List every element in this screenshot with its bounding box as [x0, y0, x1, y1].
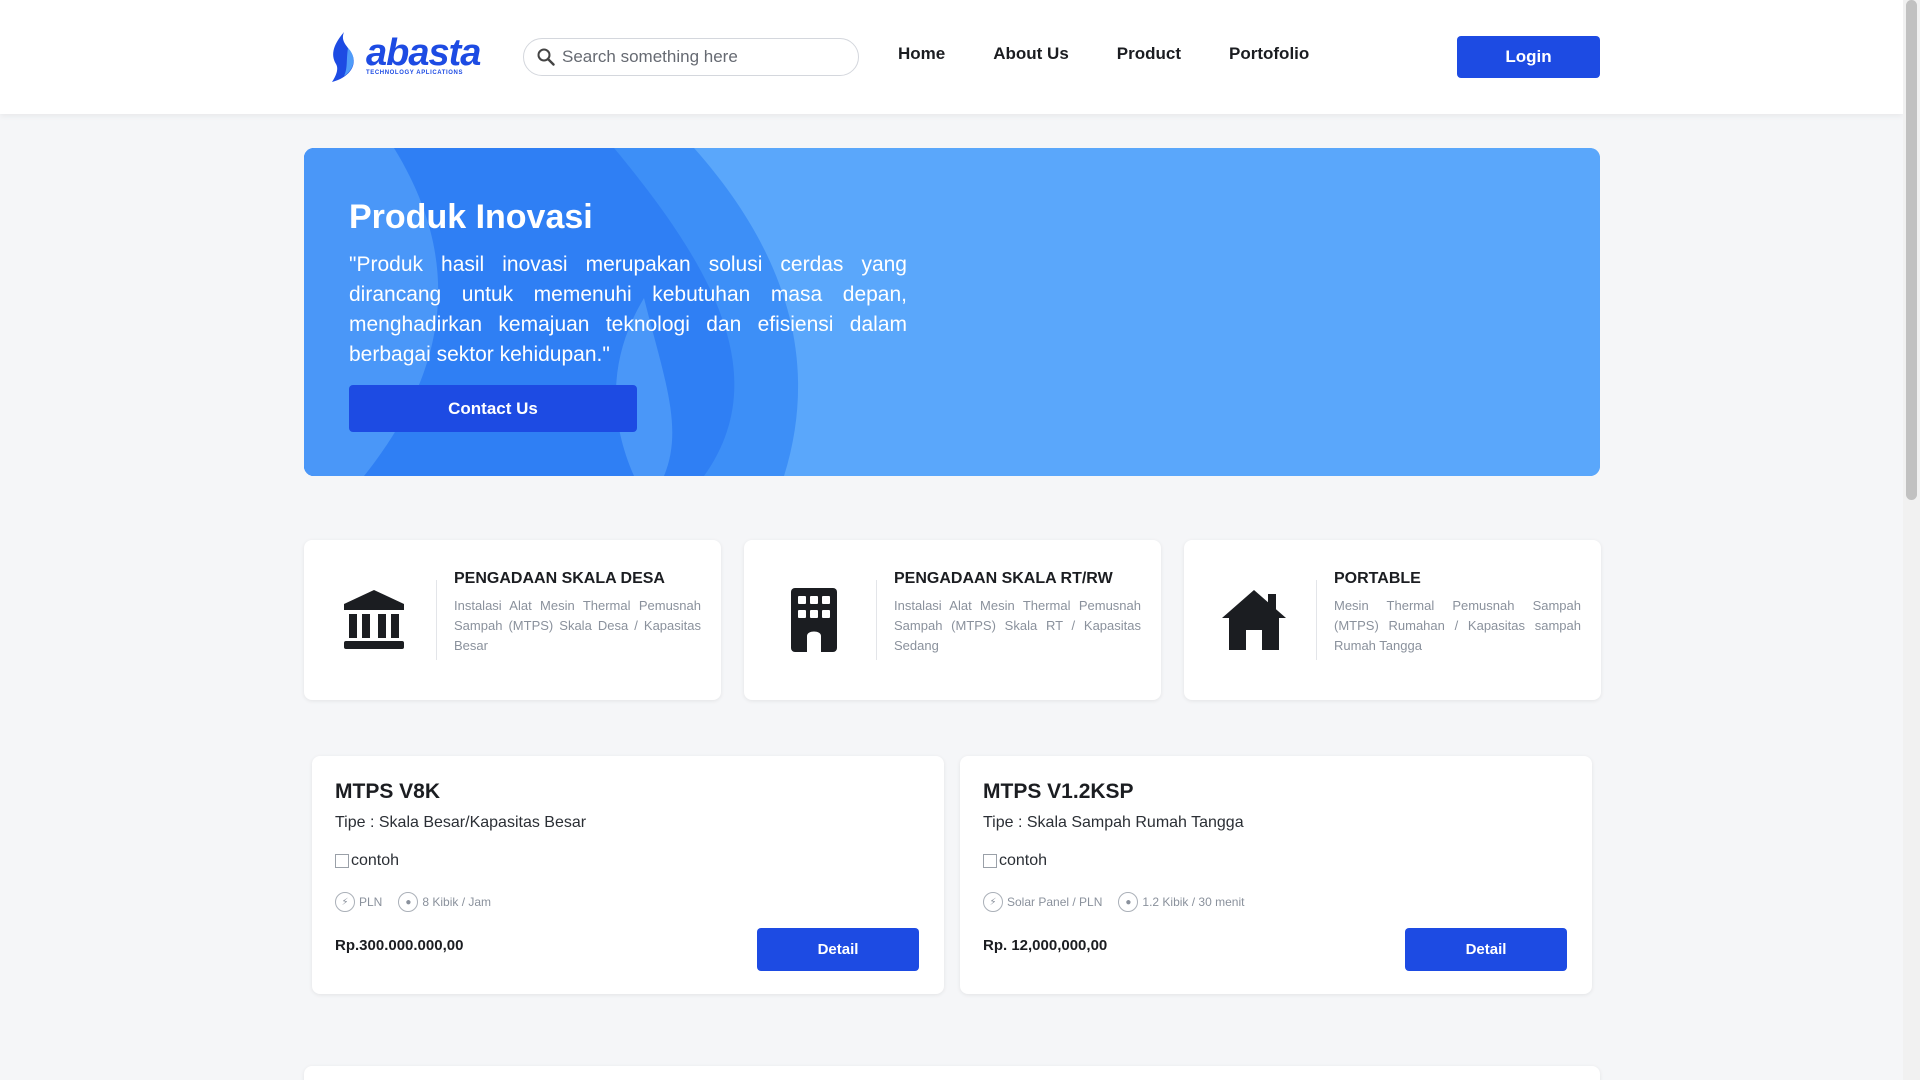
brand-wordmark: abasta: [366, 32, 481, 74]
page-scrollbar[interactable]: [1903, 0, 1920, 1080]
search-input[interactable]: [562, 47, 842, 67]
spec-power: ⚡ PLN: [335, 892, 382, 912]
hero-title: Produk Inovasi: [349, 198, 593, 236]
spec-capacity: ● 1.2 Kibik / 30 menit: [1118, 892, 1244, 912]
product-type: Tipe : Skala Besar/Kapasitas Besar: [335, 814, 587, 831]
product-name: MTPS V8K: [335, 780, 441, 803]
product-card-mtps-v8k: MTPS V8K Tipe : Skala Besar/Kapasitas Be…: [312, 756, 944, 994]
category-description: Mesin Thermal Pemusnah Sampah (MTPS) Rum…: [1334, 598, 1581, 653]
category-title: PENGADAAN SKALA DESA: [454, 570, 665, 587]
brand-tagline: TECHNOLOGY APLICATIONS: [366, 70, 464, 76]
login-button[interactable]: Login: [1457, 36, 1600, 78]
flame-logo-icon: [332, 32, 354, 82]
category-description: Instalasi Alat Mesin Thermal Pemusnah Sa…: [894, 598, 1141, 653]
category-description: Instalasi Alat Mesin Thermal Pemusnah Sa…: [454, 598, 701, 653]
lightning-icon: ⚡: [983, 892, 1003, 912]
spec-power: ⚡ Solar Panel / PLN: [983, 892, 1102, 912]
card-divider: [436, 580, 437, 660]
bank-icon: [344, 590, 404, 649]
main-nav: Home About Us Product Portofolio: [898, 44, 1357, 64]
product-image-broken: contoh: [335, 852, 399, 870]
card-divider: [1316, 580, 1317, 660]
brand-logo[interactable]: abasta TECHNOLOGY APLICATIONS: [326, 30, 486, 84]
contact-us-button[interactable]: Contact Us: [349, 385, 637, 432]
spec-power-label: PLN: [359, 895, 383, 909]
spec-capacity-label: 8 Kibik / Jam: [422, 895, 492, 909]
product-price: Rp. 12,000,000,00: [983, 937, 1108, 954]
nav-product[interactable]: Product: [1117, 44, 1181, 64]
category-card-portable[interactable]: PORTABLE Mesin Thermal Pemusnah Sampah (…: [1184, 540, 1601, 700]
category-title: PORTABLE: [1334, 570, 1421, 587]
nav-home[interactable]: Home: [898, 44, 945, 64]
spec-capacity-label: 1.2 Kibik / 30 menit: [1142, 895, 1245, 909]
category-card-desa[interactable]: PENGADAAN SKALA DESA Instalasi Alat Mesi…: [304, 540, 721, 700]
product-specs: ⚡ Solar Panel / PLN ● 1.2 Kibik / 30 men…: [983, 892, 1260, 912]
lightning-icon: ⚡: [335, 892, 355, 912]
search-bar: [523, 38, 859, 76]
spec-capacity: ● 8 Kibik / Jam: [398, 892, 491, 912]
product-type: Tipe : Skala Sampah Rumah Tangga: [983, 814, 1244, 831]
broken-image-icon: [335, 854, 349, 868]
detail-button[interactable]: Detail: [757, 928, 919, 971]
building-icon: [791, 588, 837, 652]
nav-portofolio[interactable]: Portofolio: [1229, 44, 1309, 64]
house-icon: [1222, 590, 1286, 650]
nav-about-us[interactable]: About Us: [993, 44, 1069, 64]
product-image-alt: contoh: [999, 852, 1048, 869]
product-specs: ⚡ PLN ● 8 Kibik / Jam: [335, 892, 507, 912]
hero-description: "Produk hasil inovasi merupakan solusi c…: [349, 253, 907, 366]
detail-button[interactable]: Detail: [1405, 928, 1567, 971]
category-card-rtrw[interactable]: PENGADAAN SKALA RT/RW Instalasi Alat Mes…: [744, 540, 1161, 700]
hero-banner: Produk Inovasi "Produk hasil inovasi mer…: [304, 148, 1600, 476]
product-image-alt: contoh: [351, 852, 400, 869]
product-image-broken: contoh: [983, 852, 1047, 870]
product-card-mtps-v1-2ksp: MTPS V1.2KSP Tipe : Skala Sampah Rumah T…: [960, 756, 1592, 994]
scrollbar-thumb[interactable]: [1906, 0, 1917, 500]
product-price: Rp.300.000.000,00: [335, 937, 464, 954]
spec-power-label: Solar Panel / PLN: [1007, 895, 1103, 909]
card-divider: [876, 580, 877, 660]
category-title: PENGADAAN SKALA RT/RW: [894, 570, 1113, 587]
capacity-icon: ●: [398, 892, 419, 912]
capacity-icon: ●: [1118, 892, 1139, 912]
next-section-card: [304, 1066, 1600, 1080]
product-name: MTPS V1.2KSP: [983, 780, 1134, 803]
broken-image-icon: [983, 854, 997, 868]
top-navbar: abasta TECHNOLOGY APLICATIONS Home About…: [0, 0, 1903, 114]
search-icon: [536, 47, 556, 67]
